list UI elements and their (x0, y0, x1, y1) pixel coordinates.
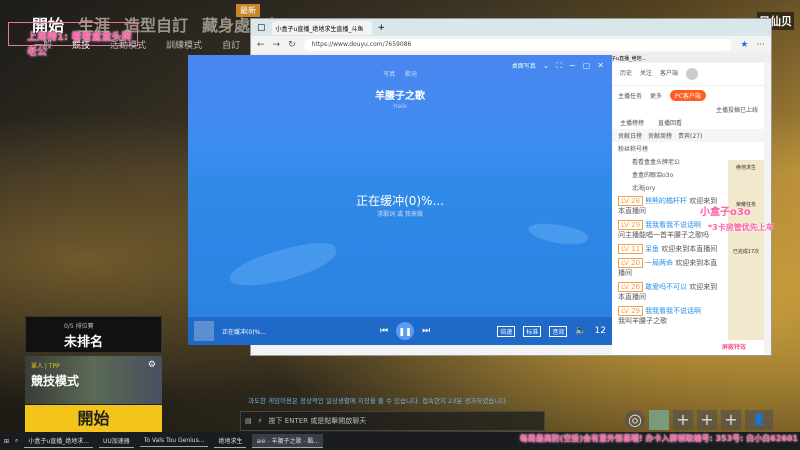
quality-button[interactable]: 标准 (523, 325, 542, 337)
player-controls: 正在缓冲(0)%... ⏮ ❚❚ ⏭ 倍速 标准 音效 🔈 12 (188, 317, 612, 345)
chat-placeholder: 按下 ENTER 或是點擊開啟聊天 (268, 417, 367, 425)
refresh-icon[interactable]: ↻ (288, 40, 296, 50)
maximize-icon[interactable]: ▢ (583, 61, 591, 71)
new-tab-icon[interactable]: + (378, 23, 386, 33)
game-chat-input[interactable]: ▤ ⚡ 按下 ENTER 或是點擊開啟聊天 (240, 411, 545, 431)
add-player-button[interactable]: + (697, 410, 717, 430)
event-label: 绝地求生 (735, 165, 756, 171)
task-button[interactable]: 主播任务 (618, 91, 642, 100)
pc-client-button[interactable]: PC客户端 (670, 90, 706, 101)
subtab-custom[interactable]: 自訂 (222, 38, 240, 51)
pc-sub: 主播投稿已上线 (715, 107, 758, 114)
player-avatar[interactable] (649, 410, 669, 430)
event-progress: 已完成17次 (732, 249, 760, 255)
next-icon[interactable]: ⏭ (422, 326, 430, 336)
speed-button[interactable]: 倍速 (497, 325, 516, 337)
search-icon[interactable]: ⌕ (15, 437, 18, 445)
ready-icon[interactable]: ◎ (625, 410, 645, 430)
taskbar-item[interactable]: 绝地求生 (214, 434, 247, 448)
fullscreen-icon[interactable]: ⛶ (556, 61, 562, 71)
top-fan-overlay: 上周榜1: 看看盒盒头牌老公 (8, 22, 138, 58)
block-effects-button[interactable]: 屏蔽特效 (722, 342, 746, 351)
chat-icon: ▤ (245, 417, 252, 425)
playlist-count[interactable]: 12 (595, 326, 606, 336)
lyrics-request[interactable]: 求歌词 或 我来做 (188, 209, 612, 218)
album-cover[interactable] (194, 321, 214, 341)
back-icon[interactable]: ← (257, 40, 265, 50)
desktop-photo-button[interactable]: 桌面写真 (512, 61, 536, 71)
windows-start-icon[interactable]: ⊞ (4, 438, 9, 445)
playtime-notice: 과도한 게임이용은 정상적인 일상생활에 지장을 줄 수 있습니다. 접속한지 … (248, 397, 509, 405)
mode-tag: 單人 | TPP (31, 363, 60, 370)
tab-photo[interactable]: 写真 (383, 71, 395, 78)
party-slots: ◎ + + + 👤 (625, 410, 773, 430)
daily-tab[interactable]: 贡献日榜 (618, 131, 642, 140)
tab-lyrics[interactable]: 歌词 (405, 71, 417, 78)
stream-ticker: 每局最高防(空投)会有意外惊喜哦! 办卡入群领取编号: 353号: 白小白626… (519, 434, 798, 443)
menu-icon[interactable]: ··· (756, 40, 765, 50)
start-button[interactable]: 開始 (25, 405, 162, 433)
event-widget[interactable]: 绝地求生 荣耀任务 已完成17次 (728, 160, 764, 340)
prev-icon[interactable]: ⏮ (380, 326, 388, 336)
lightning-icon: ⚡ (257, 417, 263, 425)
address-bar[interactable]: https://www.douyu.com/7659086 (303, 38, 733, 51)
favorite-icon[interactable]: ★ (740, 40, 748, 50)
settings-icon[interactable]: ⚙ (148, 360, 156, 370)
subtab-training[interactable]: 訓練模式 (166, 38, 202, 51)
browser-tab[interactable]: 小盒子u直播_绝地求生直播_斗鱼 (271, 20, 372, 35)
vip-tab[interactable]: 贵宾(27) (678, 131, 702, 140)
buffering-status: 正在缓冲(0)%... (356, 194, 444, 208)
forward-icon[interactable]: → (273, 40, 281, 50)
more-button[interactable]: 更多 (650, 91, 662, 100)
replay-tab[interactable]: 直播回看 (658, 118, 682, 127)
admin-notice: *3卡房管优先上车 (708, 223, 774, 232)
taskbar-item[interactable]: UU加速器 (98, 434, 134, 448)
taskbar-item[interactable]: 小盒子u直播_绝地求... (24, 434, 93, 448)
rank-value: 未排名 (64, 335, 104, 350)
fan-row: 粉丝称号榜 (618, 146, 649, 153)
friends-icon[interactable]: 👤 (745, 410, 773, 430)
mode-selector[interactable]: 單人 | TPP 競技模式 ⚙ (25, 356, 162, 404)
collapse-icon[interactable]: ⌄ (543, 61, 550, 71)
add-player-button[interactable]: + (721, 410, 741, 430)
rank-box[interactable]: 0/5 排位賽 未排名 (25, 316, 162, 353)
weekly-tab[interactable]: 贡献周榜 (648, 131, 672, 140)
whale-illustration (225, 236, 341, 294)
minimize-icon[interactable]: − (569, 61, 576, 71)
taskbar-item[interactable]: aie - 羊腰子之歌 - 酷... (252, 434, 324, 448)
song-artist[interactable]: Hale (188, 103, 612, 110)
effect-button[interactable]: 音效 (549, 325, 568, 337)
volume-icon[interactable]: 🔈 (575, 326, 586, 336)
add-player-button[interactable]: + (673, 410, 693, 430)
song-title: 羊腰子之歌 (375, 91, 425, 102)
rank-label: 0/5 排位賽 (64, 323, 94, 330)
mode-name: 競技模式 (31, 374, 80, 388)
new-badge: 最新 (236, 4, 260, 17)
taskbar-item[interactable]: To Vals Tou Genius... (139, 435, 209, 447)
tab-actions-icon[interactable]: ▢ (257, 23, 266, 33)
music-player: 写真 歌词 桌面写真 ⌄ ⛶ − ▢ ✕ 羊腰子之歌 Hale 正在缓冲(0)%... 求… (188, 55, 612, 345)
follow-button[interactable]: 关注 (640, 68, 652, 80)
whale-illustration (526, 219, 590, 249)
client-button[interactable]: 客户端 (660, 68, 678, 80)
rank-tab[interactable]: 主播榜榜 (620, 118, 644, 127)
mini-status: 正在缓冲(0)%... (222, 328, 266, 336)
history-button[interactable]: 历史 (620, 68, 632, 80)
weibo-overlay: 小盒子o3o (700, 207, 751, 218)
close-icon[interactable]: ✕ (597, 61, 604, 71)
pause-button[interactable]: ❚❚ (396, 322, 415, 340)
avatar[interactable] (686, 68, 699, 80)
